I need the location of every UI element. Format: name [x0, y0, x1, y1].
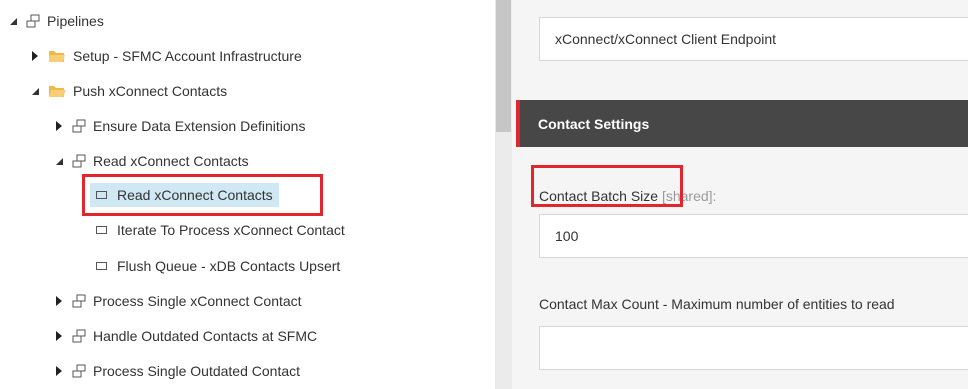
pipeline-icon — [72, 154, 86, 168]
tree-node-process-single-xconnect-contact[interactable]: Process Single xConnect Contact — [54, 289, 302, 313]
collapsed-arrow-icon[interactable] — [54, 121, 64, 131]
pipeline-step-icon — [96, 262, 107, 270]
batch-size-value: 100 — [555, 228, 579, 244]
tree-node-label: Ensure Data Extension Definitions — [93, 118, 306, 134]
tree-node-handle-outdated-contacts[interactable]: Handle Outdated Contacts at SFMC — [54, 324, 317, 348]
tree-node-setup[interactable]: Setup - SFMC Account Infrastructure — [30, 44, 302, 68]
tree-node-label: Read xConnect Contacts — [93, 153, 249, 169]
contact-settings-section-header[interactable]: Contact Settings — [516, 100, 968, 147]
tree-node-label: Flush Queue - xDB Contacts Upsert — [117, 258, 341, 274]
pipeline-icon — [72, 294, 86, 308]
tree-node-push-xconnect-contacts[interactable]: Push xConnect Contacts — [30, 79, 227, 103]
tree-scrollbar-thumb[interactable] — [496, 0, 511, 132]
tree-node-label: Pipelines — [47, 13, 104, 29]
expanded-arrow-icon[interactable] — [30, 86, 40, 96]
section-title: Contact Settings — [538, 115, 650, 132]
folder-icon — [48, 49, 66, 63]
pipeline-icon — [26, 14, 40, 28]
tree-node-label: Process Single Outdated Contact — [93, 363, 301, 379]
collapsed-arrow-icon[interactable] — [54, 296, 64, 306]
pipeline-icon — [72, 119, 86, 133]
expanded-arrow-icon[interactable] — [8, 16, 18, 26]
folder-open-icon — [48, 84, 66, 98]
endpoint-field[interactable]: xConnect/xConnect Client Endpoint — [539, 17, 968, 61]
highlight-box-tree — [82, 174, 323, 216]
pipeline-step-icon — [96, 226, 107, 234]
tree-node-flush-queue[interactable]: Flush Queue - xDB Contacts Upsert — [96, 254, 340, 278]
tree-node-pipelines[interactable]: Pipelines — [8, 9, 104, 33]
tree-node-label: Iterate To Process xConnect Contact — [117, 222, 345, 238]
tree-node-read-xconnect-contacts-pipeline[interactable]: Read xConnect Contacts — [54, 149, 249, 173]
pipeline-icon — [72, 364, 86, 378]
tree-node-label: Process Single xConnect Contact — [93, 293, 302, 309]
tree-node-label: Handle Outdated Contacts at SFMC — [93, 328, 318, 344]
collapsed-arrow-icon[interactable] — [30, 51, 40, 61]
tree-node-process-single-outdated-contact[interactable]: Process Single Outdated Contact — [54, 359, 300, 383]
collapsed-arrow-icon[interactable] — [54, 366, 64, 376]
content-tree: Pipelines Setup - SFMC Account Infrastru… — [0, 0, 480, 389]
contact-max-count-input[interactable] — [539, 326, 968, 370]
contact-batch-size-input[interactable]: 100 — [539, 214, 968, 258]
collapsed-arrow-icon[interactable] — [54, 331, 64, 341]
highlight-box-batch-size — [531, 165, 683, 207]
tree-node-label: Push xConnect Contacts — [73, 83, 228, 99]
tree-node-ensure-data-extension-definitions[interactable]: Ensure Data Extension Definitions — [54, 114, 305, 138]
endpoint-value: xConnect/xConnect Client Endpoint — [555, 31, 777, 47]
pipeline-icon — [72, 329, 86, 343]
contact-max-count-label: Contact Max Count - Maximum number of en… — [539, 296, 895, 312]
expanded-arrow-icon[interactable] — [54, 156, 64, 166]
tree-node-iterate-to-process[interactable]: Iterate To Process xConnect Contact — [96, 218, 345, 242]
tree-node-label: Setup - SFMC Account Infrastructure — [73, 48, 302, 64]
